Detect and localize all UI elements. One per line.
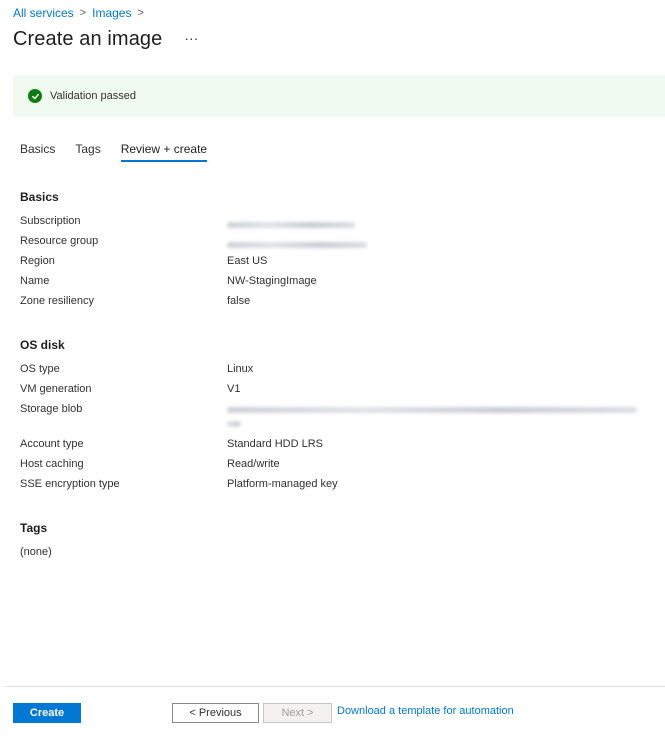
tab-bar: Basics Tags Review + create: [20, 138, 208, 162]
value-vm-generation: V1: [227, 383, 241, 395]
create-image-page: All services > Images > Create an image …: [0, 0, 665, 755]
tab-basics[interactable]: Basics: [20, 138, 55, 162]
more-options-button[interactable]: ···: [184, 31, 198, 45]
label-sse-encryption-type: SSE encryption type: [20, 478, 120, 490]
value-storage-blob-redacted: [227, 407, 637, 427]
breadcrumb: All services > Images >: [13, 6, 144, 20]
breadcrumb-separator: >: [79, 7, 87, 19]
validation-message: Validation passed: [50, 90, 137, 102]
section-heading-os-disk: OS disk: [20, 338, 65, 352]
label-vm-generation: VM generation: [20, 383, 92, 395]
value-zone-resiliency: false: [227, 295, 251, 307]
value-region: East US: [227, 255, 268, 267]
value-tags: (none): [20, 546, 52, 558]
breadcrumb-all-services[interactable]: All services: [13, 6, 74, 20]
label-name: Name: [20, 275, 50, 287]
breadcrumb-images[interactable]: Images: [92, 6, 131, 20]
title-row: Create an image ···: [13, 28, 198, 51]
next-button[interactable]: Next >: [263, 703, 332, 723]
value-os-type: Linux: [227, 363, 254, 375]
label-os-type: OS type: [20, 363, 60, 375]
footer-divider: [5, 686, 665, 687]
value-host-caching: Read/write: [227, 458, 280, 470]
page-title: Create an image: [13, 28, 163, 50]
tab-review-create[interactable]: Review + create: [120, 138, 208, 162]
validation-banner: Validation passed: [13, 75, 665, 117]
value-resource-group-redacted: [227, 239, 367, 251]
value-subscription-redacted: [227, 219, 355, 231]
section-heading-basics: Basics: [20, 190, 59, 204]
check-circle-icon: [28, 89, 42, 103]
label-resource-group: Resource group: [20, 235, 99, 247]
label-region: Region: [20, 255, 55, 267]
label-account-type: Account type: [20, 438, 84, 450]
create-button[interactable]: Create: [13, 703, 81, 723]
label-storage-blob: Storage blob: [20, 403, 83, 415]
previous-button[interactable]: < Previous: [172, 703, 259, 723]
value-sse-encryption-type: Platform-managed key: [227, 478, 338, 490]
section-heading-tags: Tags: [20, 521, 48, 535]
label-host-caching: Host caching: [20, 458, 84, 470]
download-template-link[interactable]: Download a template for automation: [337, 705, 514, 717]
label-subscription: Subscription: [20, 215, 81, 227]
breadcrumb-separator: >: [137, 7, 144, 19]
tab-tags[interactable]: Tags: [75, 138, 100, 162]
label-zone-resiliency: Zone resiliency: [20, 295, 94, 307]
value-account-type: Standard HDD LRS: [227, 438, 323, 450]
value-name: NW-StagingImage: [227, 275, 317, 287]
